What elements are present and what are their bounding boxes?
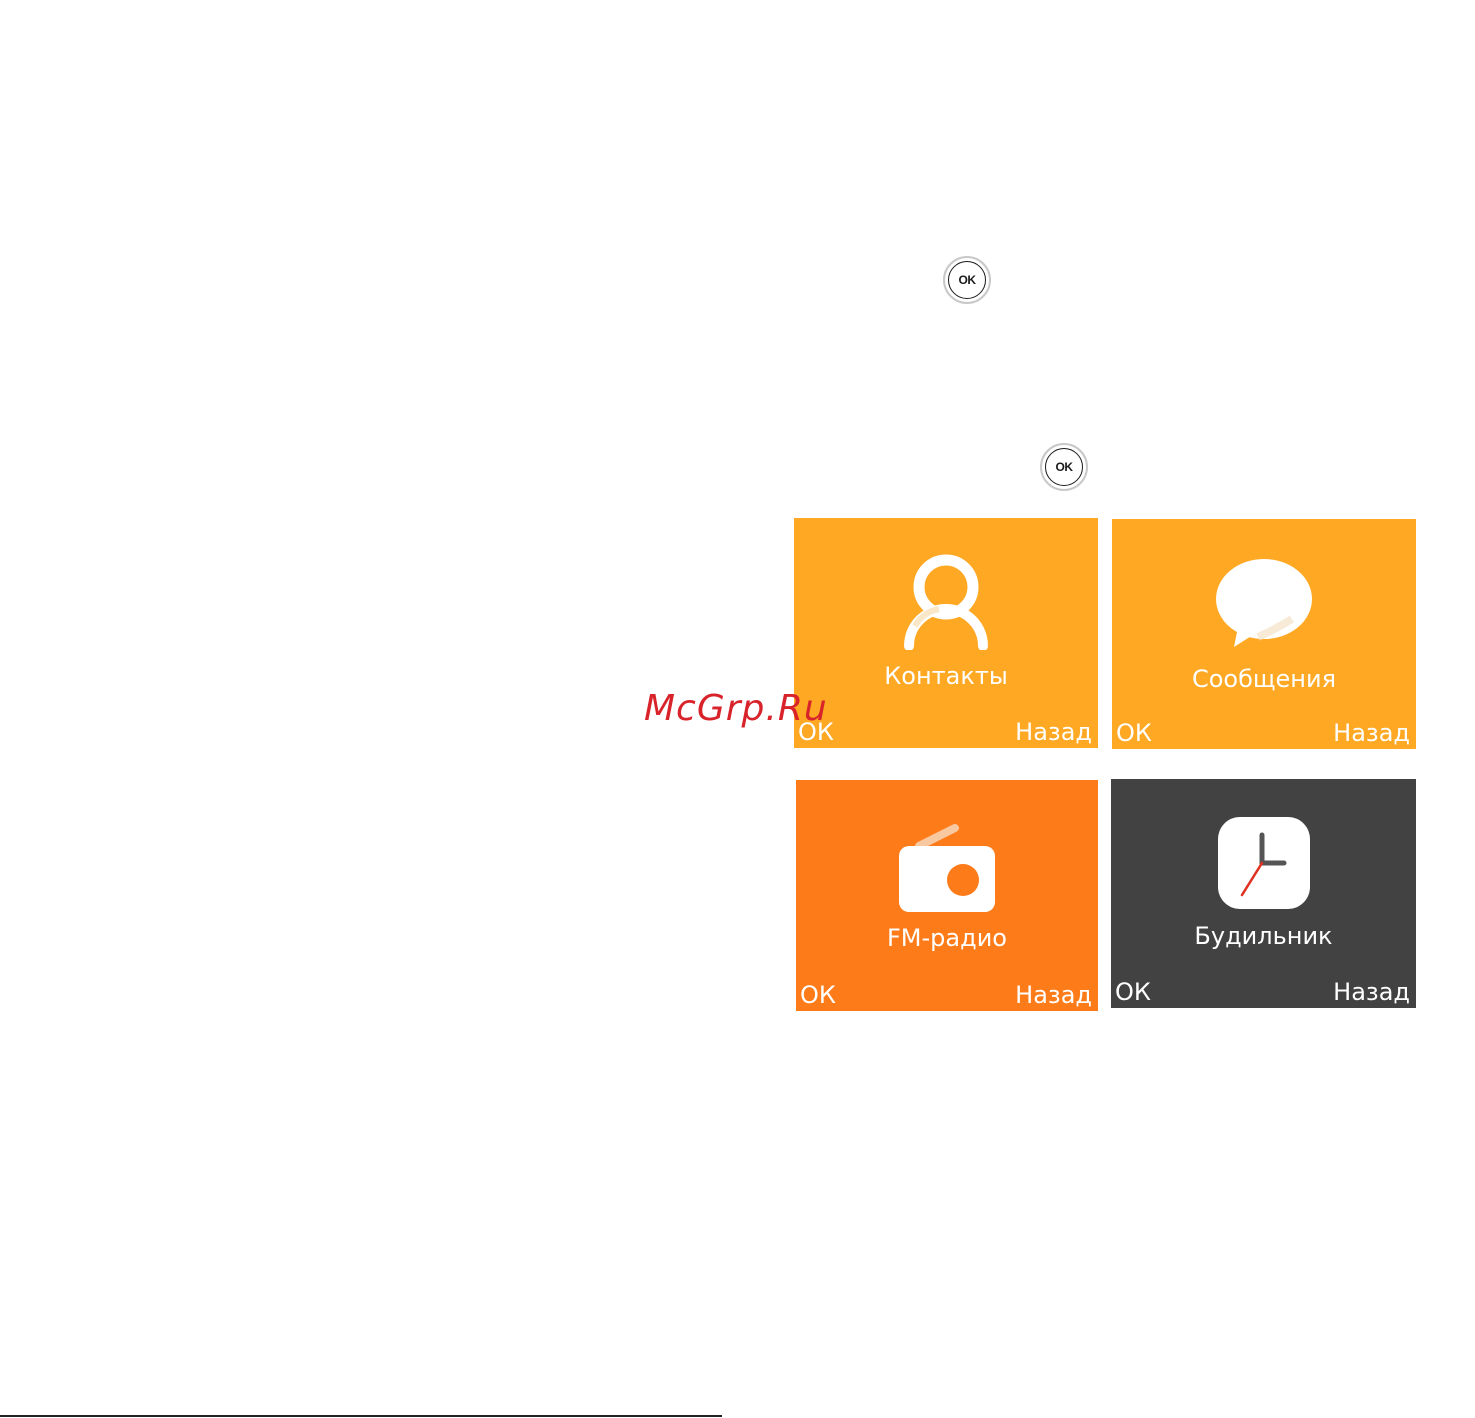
screen-title: FM-радио (887, 924, 1007, 952)
contacts-icon (904, 554, 988, 650)
radio-icon (899, 824, 995, 912)
ok-key-icon: OK (943, 256, 991, 304)
back-softkey[interactable]: Назад (1015, 718, 1092, 746)
screen-messages: Сообщения ОК Назад (1112, 519, 1416, 749)
ok-key-label: OK (1055, 460, 1074, 474)
back-softkey[interactable]: Назад (1015, 981, 1092, 1009)
screen-contacts: Контакты ОК Назад (794, 518, 1098, 748)
alarm-clock-icon (1217, 817, 1310, 909)
ok-key-icon: OK (1040, 443, 1088, 491)
screen-title: Контакты (884, 662, 1008, 690)
messages-icon (1216, 559, 1312, 647)
ok-softkey[interactable]: ОК (1115, 978, 1151, 1006)
back-softkey[interactable]: Назад (1333, 719, 1410, 747)
screen-title: Будильник (1194, 922, 1333, 950)
watermark: McGrp.Ru (644, 688, 828, 729)
back-softkey[interactable]: Назад (1333, 978, 1410, 1006)
screen-title: Сообщения (1191, 665, 1337, 693)
ok-softkey[interactable]: ОК (1116, 719, 1152, 747)
ok-softkey[interactable]: ОК (800, 981, 836, 1009)
bottom-divider (0, 1415, 722, 1417)
screen-fm-radio: FM-радио ОК Назад (796, 780, 1098, 1011)
screen-alarm: Будильник ОК Назад (1111, 779, 1416, 1008)
ok-key-label: OK (958, 273, 977, 287)
